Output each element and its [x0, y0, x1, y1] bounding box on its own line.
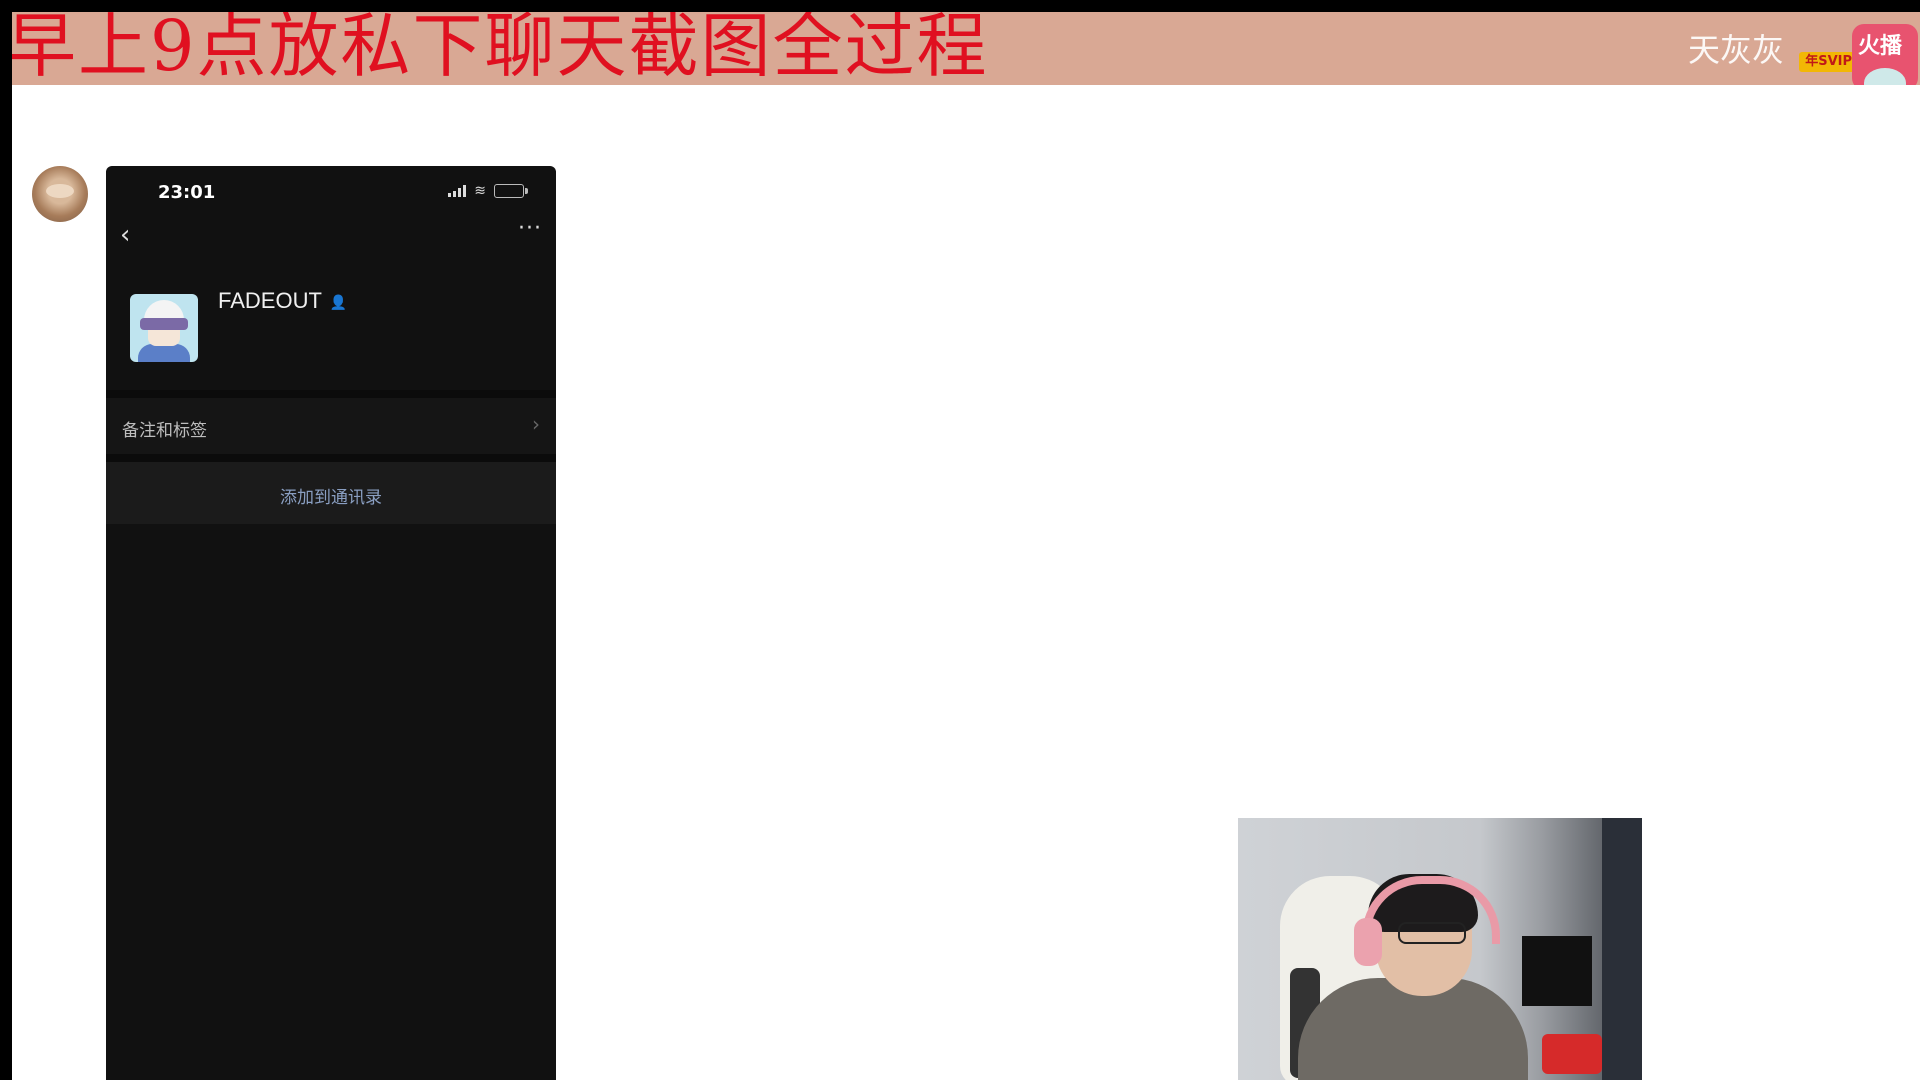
status-time: 23:01	[158, 182, 216, 203]
vip-badge: 年SVIP	[1799, 52, 1858, 72]
remarks-and-tags-row[interactable]: 备注和标签 ›	[106, 398, 556, 454]
webcam-monitor	[1522, 936, 1592, 1006]
profile-name: FADEOUT 👤	[218, 288, 347, 314]
left-border	[0, 0, 12, 1080]
platform-logo-text: 火播	[1858, 33, 1903, 59]
webcam-door	[1602, 818, 1642, 1080]
webcam-glasses	[1398, 922, 1466, 944]
status-icons: ≋	[448, 183, 528, 199]
sender-avatar	[32, 166, 88, 222]
wifi-icon: ≋	[474, 183, 486, 199]
signal-icon	[448, 185, 467, 197]
platform-logo: 火播	[1852, 24, 1918, 85]
battery-icon	[494, 184, 528, 198]
avatar-body	[138, 344, 190, 362]
back-button[interactable]: ‹	[120, 222, 130, 248]
profile-name-text: FADEOUT	[218, 288, 322, 313]
webcam-feed	[1238, 818, 1642, 1080]
streamer-name: 天灰灰	[1687, 31, 1784, 69]
profile-avatar[interactable]	[130, 294, 198, 362]
section-divider	[106, 454, 556, 462]
banner-title: 早上9点放私下聊天截图全过程	[12, 12, 989, 85]
add-to-contacts-button[interactable]: 添加到通讯录	[106, 462, 556, 524]
more-options-button[interactable]: ···	[518, 216, 542, 241]
chevron-right-icon: ›	[532, 412, 540, 436]
remarks-label: 备注和标签	[122, 421, 207, 441]
phone-screenshot: 23:01 ≋ ‹ ··· FADEOUT 👤 备注和标签 › 添加到通讯录	[106, 166, 556, 1080]
stream-banner: 早上9点放私下聊天截图全过程 天灰灰 年SVIP 火播	[12, 12, 1920, 85]
headphone-cup	[1354, 918, 1382, 966]
add-to-contacts-label: 添加到通讯录	[280, 488, 382, 508]
mascot-icon	[1864, 68, 1906, 85]
section-divider	[106, 390, 556, 398]
webcam-red-object	[1542, 1034, 1602, 1074]
avatar-glasses	[140, 318, 188, 330]
person-icon: 👤	[329, 293, 348, 310]
